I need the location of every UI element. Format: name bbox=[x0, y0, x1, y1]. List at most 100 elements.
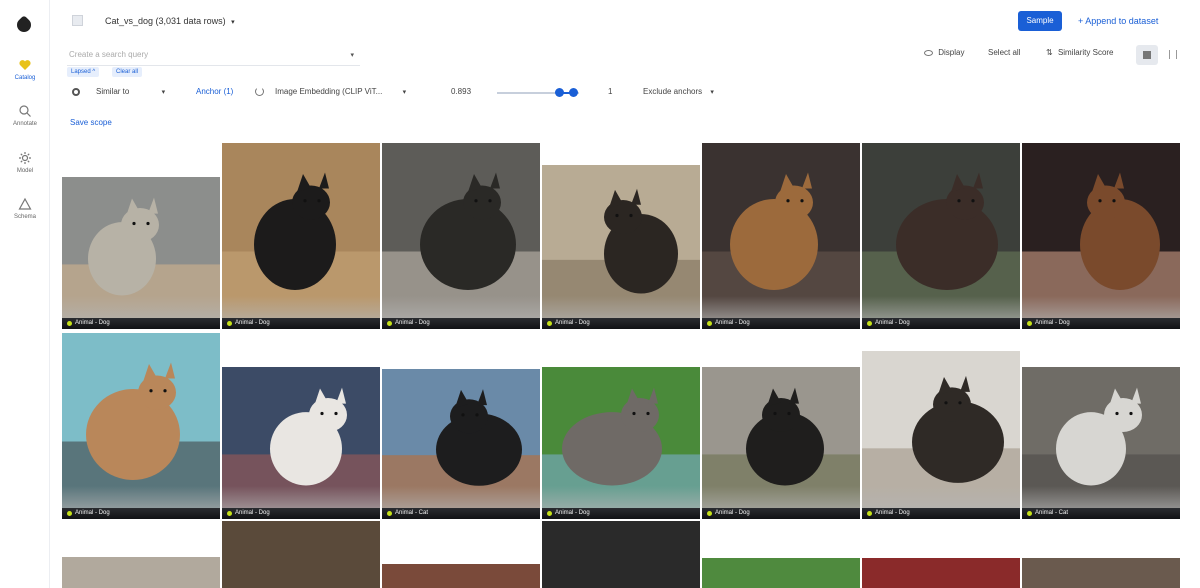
embedding-label: Image Embedding (CLIP ViT... bbox=[275, 87, 383, 96]
threshold-max-value[interactable]: 1 bbox=[608, 87, 612, 96]
image-card[interactable] bbox=[702, 558, 860, 588]
status-dot bbox=[67, 511, 72, 516]
thumbnail-shade bbox=[1022, 296, 1180, 318]
eye-icon bbox=[924, 49, 933, 56]
thumbnail-shade bbox=[862, 296, 1020, 318]
image-card[interactable] bbox=[222, 521, 380, 588]
anchor-link[interactable]: Anchor (1) bbox=[196, 87, 233, 96]
similarity-filter-row: Similar to ▾ Anchor (1) Image Embedding … bbox=[62, 80, 732, 104]
search-input[interactable] bbox=[67, 44, 337, 65]
save-scope-link[interactable]: Save scope bbox=[70, 118, 112, 127]
chevron-down-icon[interactable]: ▾ bbox=[350, 51, 354, 59]
heart-icon bbox=[19, 60, 31, 70]
image-thumbnail bbox=[62, 333, 220, 508]
annotation-label: Animal - Dog bbox=[382, 318, 540, 329]
image-grid: Animal - Dog Animal - Dog Animal - Dog Anim… bbox=[62, 140, 1200, 588]
refresh-icon[interactable] bbox=[255, 87, 264, 96]
bar-chart-icon bbox=[1169, 50, 1177, 59]
image-card[interactable]: Animal - Cat bbox=[382, 369, 540, 519]
status-dot bbox=[1027, 511, 1032, 516]
image-card[interactable]: Animal - Dog bbox=[62, 333, 220, 519]
annotation-label-text: Animal - Dog bbox=[1035, 320, 1070, 326]
image-card[interactable]: Animal - Cat bbox=[1022, 367, 1180, 519]
image-thumbnail bbox=[382, 143, 540, 318]
annotation-label-text: Animal - Dog bbox=[875, 320, 910, 326]
annotation-label: Animal - Dog bbox=[542, 318, 700, 329]
image-card[interactable] bbox=[542, 521, 700, 588]
sort-icon: ⇅ bbox=[1046, 48, 1053, 57]
annotation-label: Animal - Dog bbox=[62, 508, 220, 519]
threshold-slider-min-handle[interactable] bbox=[555, 88, 565, 97]
image-card[interactable]: Animal - Dog bbox=[1022, 143, 1180, 329]
similarity-mode-select[interactable]: Similar to ▾ bbox=[96, 87, 165, 96]
image-card[interactable]: Animal - Dog bbox=[862, 351, 1020, 519]
image-card[interactable]: Animal - Dog bbox=[382, 143, 540, 329]
image-thumbnail bbox=[222, 143, 380, 318]
image-card[interactable]: Animal - Dog bbox=[62, 177, 220, 329]
exclude-label: Exclude anchors bbox=[643, 87, 703, 96]
annotation-label: Animal - Dog bbox=[702, 508, 860, 519]
select-all-button[interactable]: Select all bbox=[988, 48, 1020, 57]
annotation-label: Animal - Dog bbox=[542, 508, 700, 519]
append-to-dataset-button[interactable]: + Append to dataset bbox=[1078, 16, 1158, 26]
sidebar-item-annotate[interactable]: Annotate bbox=[0, 104, 50, 127]
list-view-button[interactable] bbox=[1162, 45, 1184, 65]
display-label: Display bbox=[938, 48, 965, 57]
similarity-label: Similarity Score bbox=[1057, 48, 1114, 57]
status-dot bbox=[547, 511, 552, 516]
mode-label: Similar to bbox=[96, 87, 130, 96]
status-dot bbox=[707, 511, 712, 516]
thumbnail-shade bbox=[1022, 486, 1180, 508]
image-thumbnail bbox=[702, 143, 860, 318]
image-card[interactable] bbox=[62, 557, 220, 588]
annotation-label: Animal - Dog bbox=[702, 318, 860, 329]
status-dot bbox=[227, 511, 232, 516]
chevron-down-icon: ▾ bbox=[231, 19, 235, 26]
annotation-label: Animal - Dog bbox=[1022, 318, 1180, 329]
thumbnail-shade bbox=[222, 486, 380, 508]
sidebar-item-catalog[interactable]: Catalog bbox=[0, 58, 50, 81]
image-card[interactable]: Animal - Dog bbox=[862, 143, 1020, 329]
clear-all-chip[interactable]: Clear all bbox=[112, 67, 143, 77]
sidebar-item-label: Schema bbox=[13, 214, 36, 220]
image-thumbnail bbox=[1022, 143, 1180, 318]
annotation-label: Animal - Dog bbox=[222, 508, 380, 519]
grid-view-button[interactable] bbox=[1136, 45, 1158, 65]
annotation-label-text: Animal - Dog bbox=[715, 320, 750, 326]
annotation-label: Animal - Cat bbox=[382, 508, 540, 519]
image-card[interactable]: Animal - Dog bbox=[542, 367, 700, 519]
status-dot bbox=[67, 321, 72, 326]
image-card[interactable]: Animal - Dog bbox=[542, 165, 700, 329]
sidebar-item-model[interactable]: Model bbox=[0, 151, 50, 174]
status-dot bbox=[867, 321, 872, 326]
filter-chip[interactable]: Lapsed ^ bbox=[67, 67, 100, 77]
select-all-checkbox[interactable] bbox=[72, 15, 83, 26]
image-card[interactable]: Animal - Dog bbox=[222, 367, 380, 519]
filter-radio[interactable] bbox=[72, 88, 80, 96]
thumbnail-shade bbox=[542, 486, 700, 508]
dataset-title: Cat_vs_dog (3,031 data rows) bbox=[105, 16, 226, 26]
dataset-selector[interactable]: Cat_vs_dog (3,031 data rows) ▾ bbox=[105, 16, 235, 26]
sample-button[interactable]: Sample bbox=[1018, 11, 1062, 31]
embedding-select[interactable]: Image Embedding (CLIP ViT... ▾ bbox=[275, 87, 406, 96]
image-card[interactable] bbox=[862, 558, 1020, 588]
app-logo bbox=[14, 15, 34, 35]
image-card[interactable]: Animal - Dog bbox=[702, 367, 860, 519]
threshold-min-value[interactable]: 0.893 bbox=[451, 87, 471, 96]
image-card[interactable] bbox=[1022, 558, 1180, 588]
sidebar-item-schema[interactable]: Schema bbox=[0, 197, 50, 220]
image-card[interactable]: Animal - Dog bbox=[702, 143, 860, 329]
image-card[interactable]: Animal - Dog bbox=[222, 143, 380, 329]
search-bar: ▾ bbox=[67, 44, 360, 66]
sidebar-item-label: Model bbox=[16, 168, 34, 174]
sidebar-item-label: Catalog bbox=[14, 75, 36, 81]
exclude-anchors-select[interactable]: Exclude anchors ▾ bbox=[643, 87, 714, 96]
annotation-label-text: Animal - Cat bbox=[395, 510, 429, 516]
annotation-label: Animal - Dog bbox=[62, 318, 220, 329]
thumbnail-shade bbox=[702, 486, 860, 508]
image-card[interactable] bbox=[382, 564, 540, 588]
similarity-score-button[interactable]: ⇅ Similarity Score bbox=[1046, 48, 1114, 57]
threshold-slider-max-handle[interactable] bbox=[569, 88, 579, 97]
annotation-label-text: Animal - Dog bbox=[235, 320, 270, 326]
display-button[interactable]: Display bbox=[924, 48, 964, 57]
